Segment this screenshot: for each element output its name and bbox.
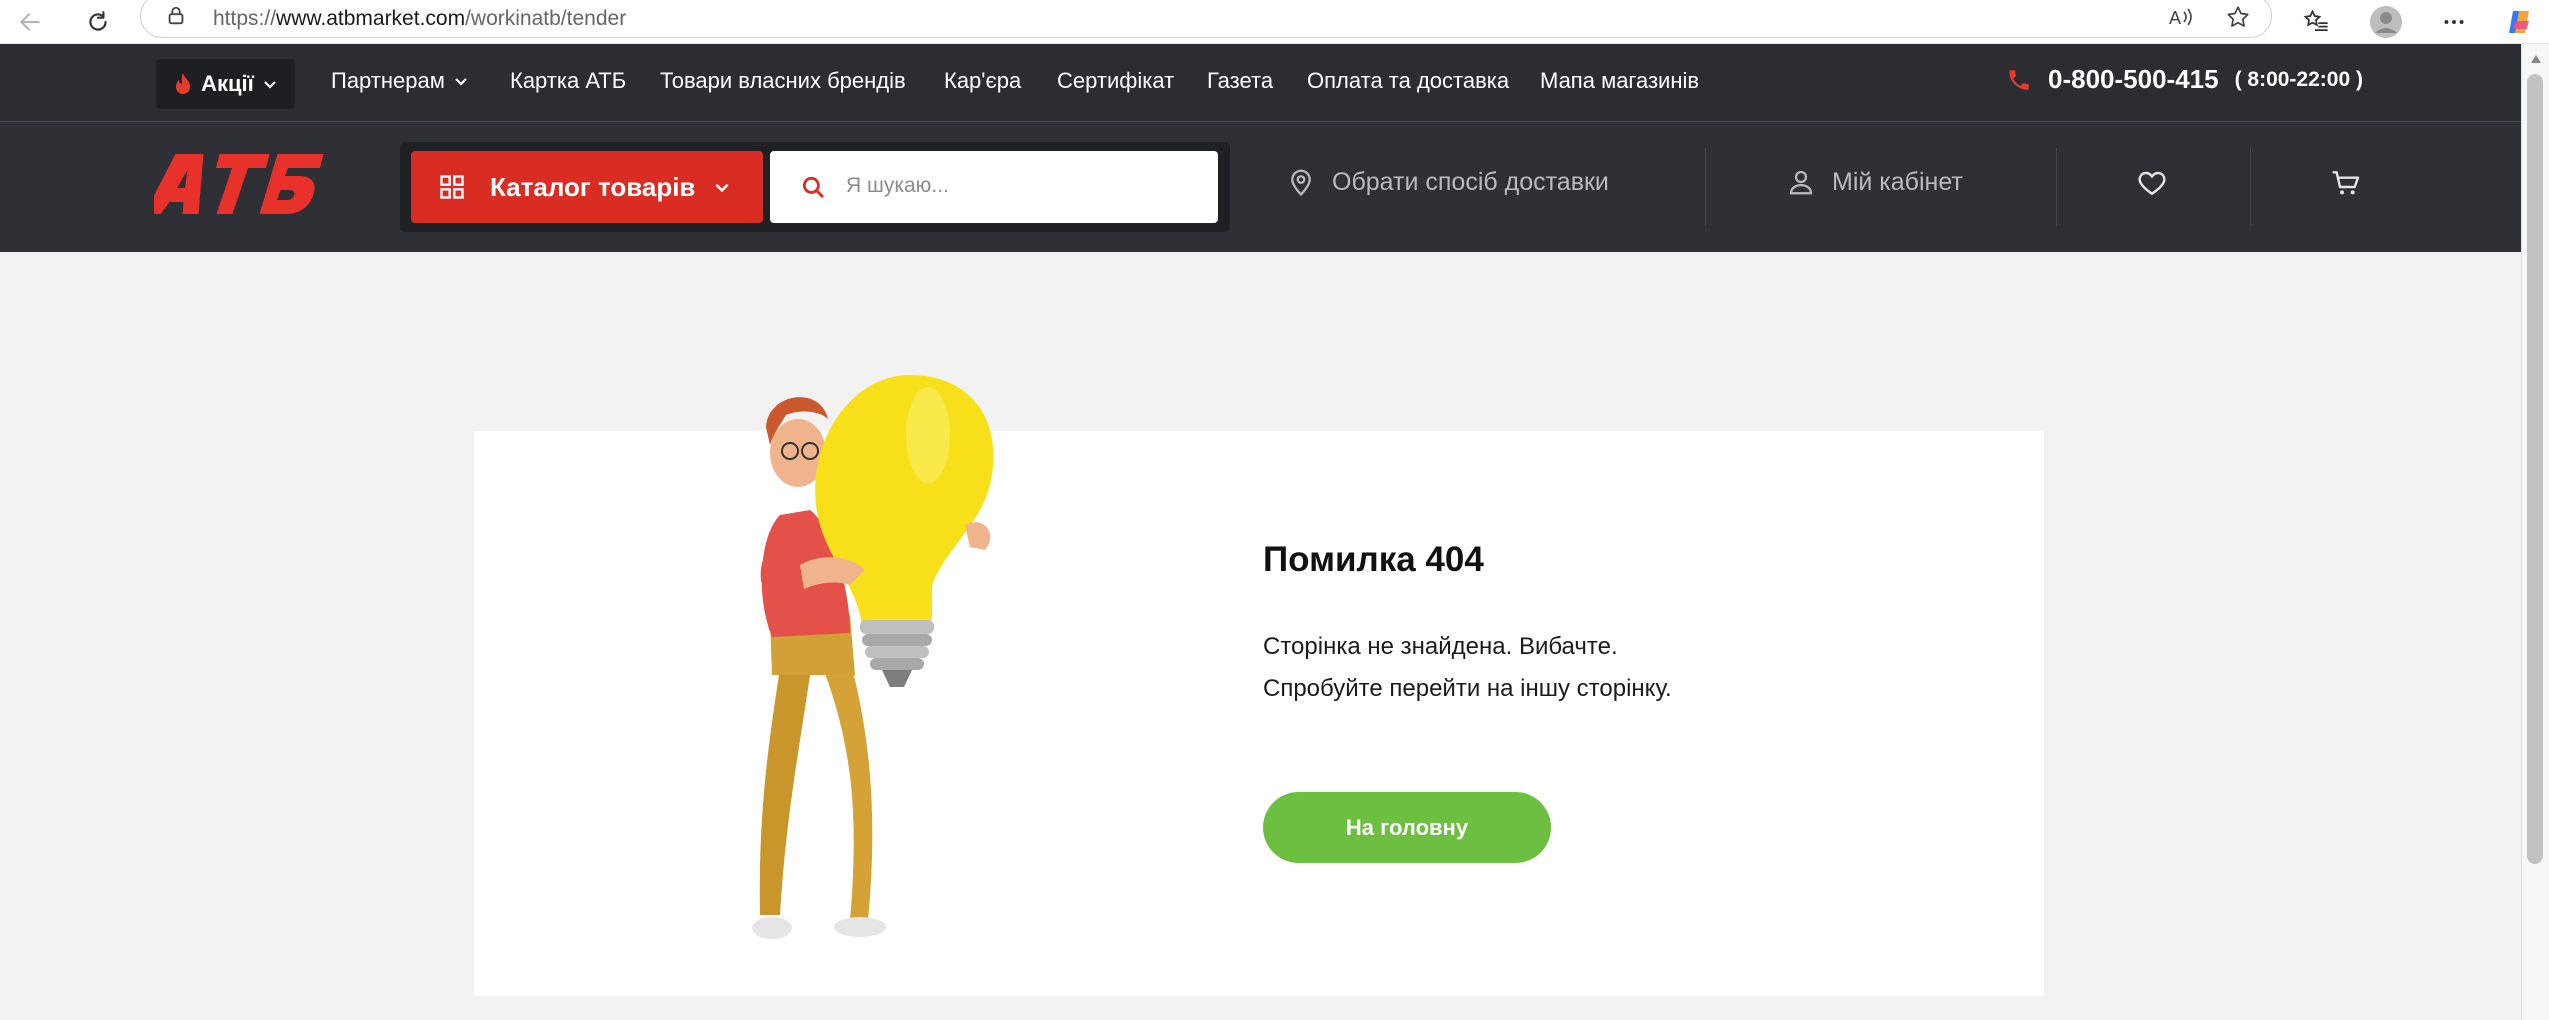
promotions-label: Акції: [201, 71, 254, 96]
person-with-lightbulb-illustration: [752, 375, 994, 939]
account-label: Мій кабінет: [1832, 167, 1963, 196]
location-pin-icon: [1291, 169, 1311, 197]
nav-link-store-map[interactable]: Мапа магазинів: [1540, 68, 1699, 94]
lock-icon: [168, 6, 184, 25]
scroll-up-arrow-icon: [2531, 55, 2541, 63]
working-hours: ( 8:00-22:00 ): [2234, 67, 2363, 91]
catalog-label: Каталог товарів: [490, 171, 696, 202]
search-placeholder: Я шукаю...: [846, 174, 949, 197]
nav-link-certificate[interactable]: Сертифікат: [1057, 68, 1174, 94]
nav-link-atb-card[interactable]: Картка АТБ: [510, 68, 626, 94]
delivery-label: Обрати спосіб доставки: [1332, 167, 1609, 196]
error-message-line2: Спробуйте перейти на іншу сторінку.: [1263, 675, 1672, 702]
url-text: https://www.atbmarket.com/workinatb/tend…: [213, 7, 626, 31]
svg-text:A: A: [2169, 8, 2181, 28]
header-divider: [2056, 148, 2057, 226]
cart-link[interactable]: [2330, 167, 2362, 199]
url-path: /workinatb/tender: [465, 7, 627, 30]
flame-icon: [176, 73, 191, 94]
home-button[interactable]: На головну: [1263, 792, 1551, 863]
error-message-line1: Сторінка не знайдена. Вибачте.: [1263, 633, 1618, 660]
favorites-list-icon: [2303, 9, 2328, 32]
browser-toolbar: https://www.atbmarket.com/workinatb/tend…: [0, 0, 2549, 44]
error-title: Помилка 404: [1263, 540, 1484, 579]
copilot-icon: [2509, 11, 2529, 33]
star-icon: [2227, 6, 2249, 27]
read-aloud-icon: A: [2169, 8, 2192, 28]
favorites-link[interactable]: [2136, 167, 2168, 199]
read-aloud-button[interactable]: A: [2161, 0, 2201, 37]
user-icon: [1789, 170, 1813, 195]
phone-number: 0-800-500-415: [2048, 64, 2219, 94]
grid-icon: [440, 175, 464, 199]
reload-icon: [89, 11, 107, 31]
search-icon: [802, 176, 824, 198]
url-prefix: https://: [213, 7, 277, 30]
nav-link-career[interactable]: Кар'єра: [944, 68, 1021, 94]
search-input[interactable]: [770, 151, 1218, 223]
more-menu-button[interactable]: [2434, 2, 2474, 42]
top-navigation: Акції Партнерам Картка АТБ Товари власни…: [0, 44, 2521, 122]
catalog-button[interactable]: Каталог товарів: [411, 151, 763, 223]
delivery-selector[interactable]: Обрати спосіб доставки: [1286, 167, 1609, 197]
atb-logo[interactable]: [154, 152, 326, 216]
favorite-star-button[interactable]: [2218, 0, 2258, 37]
header-divider: [2250, 148, 2251, 226]
nav-link-newspaper[interactable]: Газета: [1207, 68, 1273, 94]
nav-link-payment-delivery[interactable]: Оплата та доставка: [1307, 68, 1509, 94]
avatar-icon: [2370, 6, 2402, 38]
url-host: www.atbmarket.com: [276, 7, 466, 30]
nav-link-partners[interactable]: Партнерам: [331, 68, 469, 94]
chevron-down-icon: [715, 183, 729, 193]
scrollbar-thumb[interactable]: [2527, 74, 2543, 864]
chevron-down-icon: [264, 81, 276, 89]
more-dots-icon: [2444, 20, 2464, 24]
hotline[interactable]: 0-800-500-415 ( 8:00-22:00 ): [2006, 64, 2363, 95]
phone-icon: [2009, 69, 2029, 90]
reload-button[interactable]: [80, 4, 116, 40]
site-header: Каталог товарів Я шукаю... Обрати спосіб…: [0, 122, 2521, 252]
nav-link-own-brands[interactable]: Товари власних брендів: [660, 68, 906, 94]
back-button[interactable]: [12, 4, 48, 40]
copilot-button[interactable]: [2500, 2, 2540, 42]
favorites-button[interactable]: [2296, 2, 2336, 42]
arrow-left-icon: [20, 13, 40, 31]
header-divider: [1705, 148, 1706, 226]
profile-button[interactable]: [2366, 2, 2406, 42]
account-link[interactable]: Мій кабінет: [1786, 167, 1963, 197]
chevron-down-icon: [455, 78, 467, 86]
nav-link-label: Партнерам: [331, 68, 445, 93]
heart-icon: [2138, 171, 2166, 196]
address-bar[interactable]: https://www.atbmarket.com/workinatb/tend…: [140, 0, 2272, 38]
promotions-button[interactable]: Акції: [156, 59, 295, 109]
cart-icon: [2332, 171, 2360, 195]
